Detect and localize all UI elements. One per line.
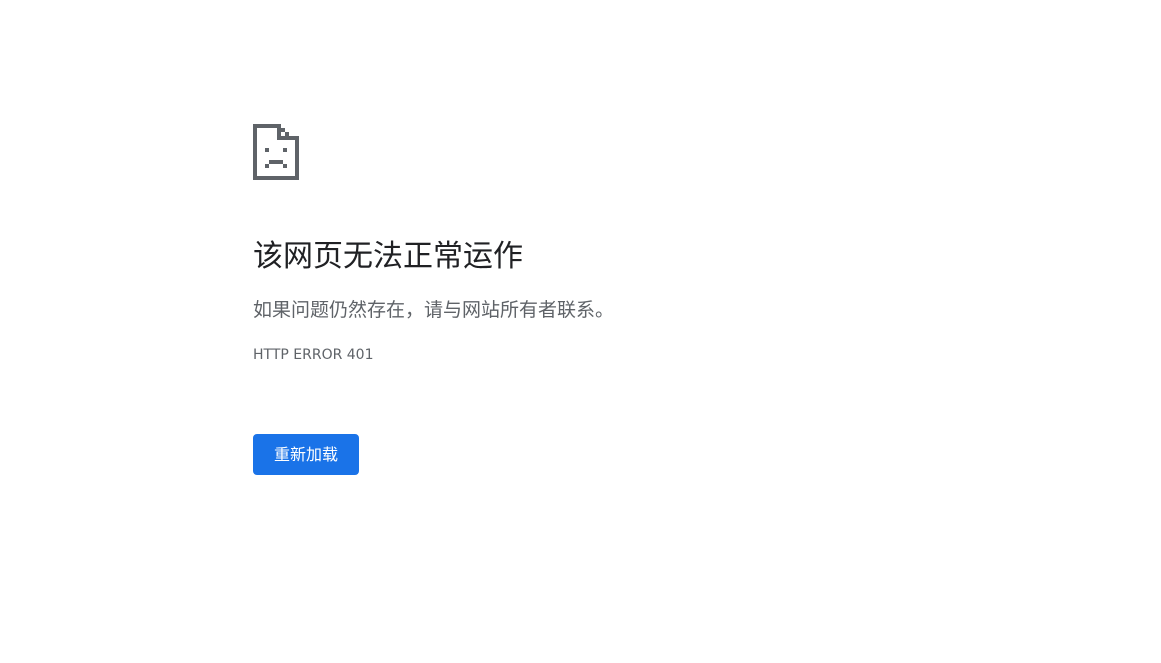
- page-title: 该网页无法正常运作: [253, 239, 523, 274]
- error-message: 如果问题仍然存在，请与网站所有者联系。: [253, 299, 615, 321]
- sad-document-icon: [253, 124, 953, 180]
- error-code: HTTP ERROR 401: [253, 347, 374, 363]
- error-page: 该网页无法正常运作 如果问题仍然存在，请与网站所有者联系。 HTTP ERROR…: [253, 124, 953, 475]
- reload-button[interactable]: 重新加载: [253, 434, 359, 475]
